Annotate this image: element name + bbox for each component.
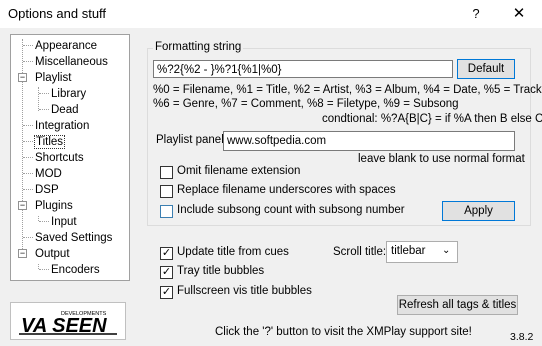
window-title: Options and stuff bbox=[8, 6, 107, 21]
chevron-down-icon: ⌄ bbox=[442, 245, 451, 256]
default-button[interactable]: Default bbox=[457, 59, 515, 79]
refresh-tags-button[interactable]: Refresh all tags & titles bbox=[397, 295, 518, 315]
tree-item-shortcuts[interactable]: Shortcuts bbox=[35, 151, 84, 165]
tree-item-encoders[interactable]: Encoders bbox=[51, 263, 100, 277]
collapse-icon[interactable]: − bbox=[18, 73, 27, 82]
tree-item-appearance[interactable]: Appearance bbox=[35, 39, 97, 53]
logo-graphic: VA SEEN DEVELOPMENTS bbox=[17, 311, 117, 337]
tree-item-playlist[interactable]: Playlist bbox=[35, 71, 71, 85]
formatting-group-label: Formatting string bbox=[153, 41, 244, 53]
tree-item-saved-settings[interactable]: Saved Settings bbox=[35, 231, 112, 245]
tree-line bbox=[23, 141, 33, 142]
format-legend-line1: %0 = Filename, %1 = Title, %2 = Artist, … bbox=[153, 84, 542, 96]
replace-underscores-checkbox[interactable] bbox=[160, 185, 173, 198]
tree-item-dsp[interactable]: DSP bbox=[35, 183, 59, 197]
tree-item-mod[interactable]: MOD bbox=[35, 167, 62, 181]
tree-line bbox=[23, 125, 33, 126]
tree-line bbox=[23, 61, 33, 62]
formatting-string-input[interactable]: %?2{%2 - }%?1{%1|%0} bbox=[153, 60, 453, 78]
options-tree[interactable]: Appearance Miscellaneous − Playlist Libr… bbox=[10, 34, 130, 281]
apply-button[interactable]: Apply bbox=[442, 201, 515, 221]
collapse-icon[interactable]: − bbox=[18, 249, 27, 258]
omit-extension-label: Omit filename extension bbox=[177, 165, 301, 177]
tree-line bbox=[23, 157, 33, 158]
tray-bubbles-label: Tray title bubbles bbox=[177, 265, 265, 277]
include-subsong-checkbox[interactable] bbox=[160, 205, 173, 218]
close-button[interactable]: ✕ bbox=[496, 0, 542, 28]
logo: VA SEEN DEVELOPMENTS bbox=[10, 302, 126, 340]
update-title-label: Update title from cues bbox=[177, 246, 289, 258]
playlist-panel-hint: leave blank to use normal format bbox=[358, 153, 525, 165]
version-label: 3.8.2 bbox=[510, 331, 534, 343]
playlist-panel-input[interactable]: www.softpedia.com bbox=[223, 131, 515, 151]
tree-line bbox=[38, 87, 39, 111]
tree-line bbox=[23, 189, 33, 190]
support-hint: Click the '?' button to visit the XMPlay… bbox=[215, 326, 472, 338]
tree-item-dead[interactable]: Dead bbox=[51, 103, 79, 117]
tree-item-input[interactable]: Input bbox=[51, 215, 77, 229]
update-title-checkbox[interactable]: ✓ bbox=[160, 247, 173, 260]
tree-line bbox=[39, 93, 49, 94]
tree-line bbox=[23, 45, 33, 46]
playlist-panel-label: Playlist panel: bbox=[156, 134, 227, 146]
scroll-title-select[interactable]: titlebar ⌄ bbox=[386, 241, 458, 263]
tree-line bbox=[39, 109, 49, 110]
tree-line bbox=[39, 221, 49, 222]
scroll-title-label: Scroll title: bbox=[333, 246, 387, 258]
replace-underscores-label: Replace filename underscores with spaces bbox=[177, 184, 396, 196]
collapse-icon[interactable]: − bbox=[18, 201, 27, 210]
tree-line bbox=[39, 269, 49, 270]
help-button[interactable]: ? bbox=[456, 0, 496, 28]
tree-item-library[interactable]: Library bbox=[51, 87, 86, 101]
tree-line bbox=[23, 173, 33, 174]
include-subsong-label: Include subsong count with subsong numbe… bbox=[177, 204, 405, 216]
format-legend-line2: %6 = Genre, %7 = Comment, %8 = Filetype,… bbox=[153, 98, 459, 110]
tree-item-titles[interactable]: Titles bbox=[34, 135, 66, 149]
tree-item-miscellaneous[interactable]: Miscellaneous bbox=[35, 55, 108, 69]
tree-item-output[interactable]: Output bbox=[35, 247, 70, 261]
tree-line bbox=[23, 237, 33, 238]
tree-item-integration[interactable]: Integration bbox=[35, 119, 89, 133]
tree-item-plugins[interactable]: Plugins bbox=[35, 199, 73, 213]
fullscreen-bubbles-checkbox[interactable]: ✓ bbox=[160, 286, 173, 299]
scroll-title-value: titlebar bbox=[391, 245, 426, 257]
logo-subtext: DEVELOPMENTS bbox=[61, 311, 107, 317]
format-legend-conditional: condtional: %?A{B|C} = if %A then B else… bbox=[322, 113, 542, 125]
omit-extension-checkbox[interactable] bbox=[160, 166, 173, 179]
fullscreen-bubbles-label: Fullscreen vis title bubbles bbox=[177, 285, 312, 297]
tray-bubbles-checkbox[interactable]: ✓ bbox=[160, 266, 173, 279]
